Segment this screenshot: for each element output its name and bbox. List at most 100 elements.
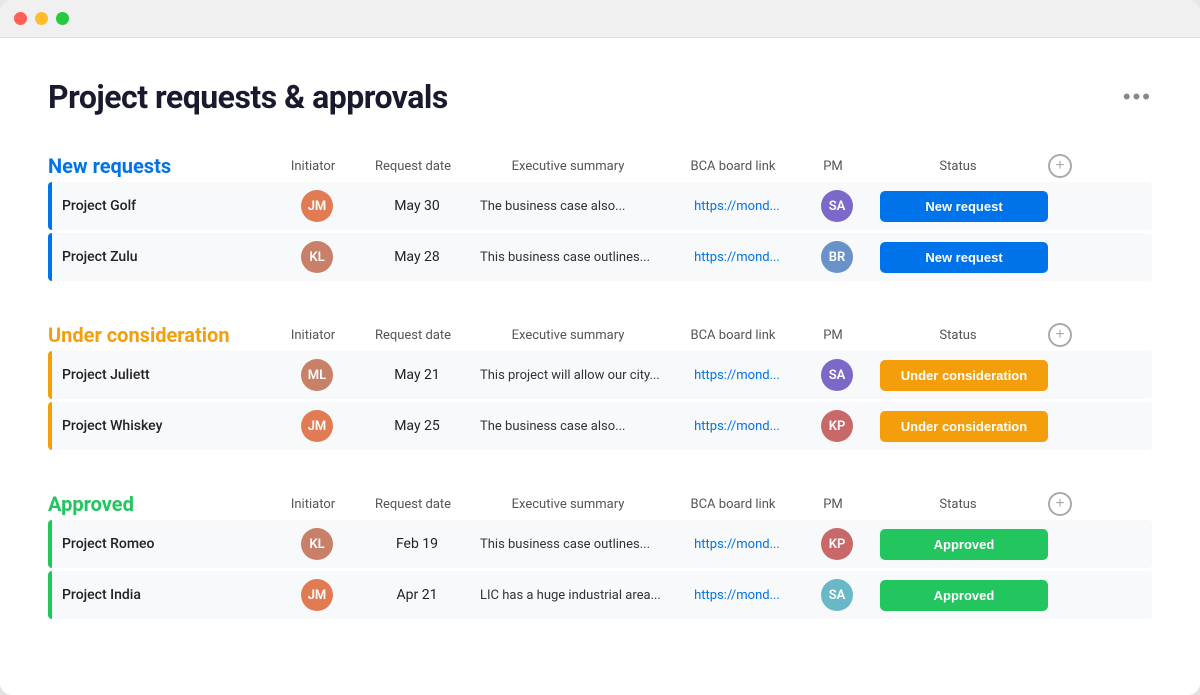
minimize-button[interactable] bbox=[35, 12, 48, 25]
col-status: Status bbox=[868, 328, 1048, 343]
pm-avatar: BR bbox=[821, 241, 853, 273]
sections-container: New requests Initiator Request date Exec… bbox=[48, 148, 1152, 619]
date-cell: Feb 19 bbox=[362, 532, 472, 556]
row-extra bbox=[1052, 202, 1084, 210]
add-column-button[interactable]: + bbox=[1048, 323, 1072, 347]
bca-link[interactable]: https://mond... bbox=[680, 588, 794, 603]
row-extra bbox=[1052, 591, 1084, 599]
col-pm: PM bbox=[798, 159, 868, 174]
link-cell[interactable]: https://mond... bbox=[672, 584, 802, 607]
col-executive-summary: Executive summary bbox=[468, 497, 668, 512]
summary-cell: This business case outlines... bbox=[472, 245, 672, 269]
col-request-date: Request date bbox=[358, 497, 468, 512]
col-executive-summary: Executive summary bbox=[468, 328, 668, 343]
project-name: Project Romeo bbox=[52, 532, 272, 556]
col-status: Status bbox=[868, 497, 1048, 512]
summary-cell: The business case also... bbox=[472, 194, 672, 218]
section-title-under-consideration: Under consideration bbox=[48, 323, 230, 347]
link-cell[interactable]: https://mond... bbox=[672, 246, 802, 269]
col-request-date: Request date bbox=[358, 328, 468, 343]
add-column-button[interactable]: + bbox=[1048, 492, 1072, 516]
pm-avatar: SA bbox=[821, 190, 853, 222]
close-button[interactable] bbox=[14, 12, 27, 25]
initiator-cell: KL bbox=[272, 237, 362, 277]
link-cell[interactable]: https://mond... bbox=[672, 533, 802, 556]
pm-cell: SA bbox=[802, 575, 872, 615]
project-name: Project Juliett bbox=[52, 363, 272, 387]
summary-text: LIC has a huge industrial area... bbox=[480, 588, 661, 603]
col-add: + bbox=[1048, 154, 1080, 178]
initiator-cell: JM bbox=[272, 406, 362, 446]
col-initiator: Initiator bbox=[268, 328, 358, 343]
status-button[interactable]: New request bbox=[880, 242, 1048, 273]
initiator-avatar: KL bbox=[301, 241, 333, 273]
initiator-cell: JM bbox=[272, 575, 362, 615]
status-cell[interactable]: Under consideration bbox=[872, 407, 1052, 446]
summary-text: This business case outlines... bbox=[480, 250, 650, 265]
status-button[interactable]: Approved bbox=[880, 580, 1048, 611]
row-extra bbox=[1052, 540, 1084, 548]
date-cell: May 30 bbox=[362, 194, 472, 218]
date-cell: Apr 21 bbox=[362, 583, 472, 607]
table-row: Project Juliett ML May 21 This project w… bbox=[48, 351, 1152, 399]
status-button[interactable]: New request bbox=[880, 191, 1048, 222]
link-cell[interactable]: https://mond... bbox=[672, 415, 802, 438]
project-name: Project Zulu bbox=[52, 245, 272, 269]
status-cell[interactable]: Approved bbox=[872, 525, 1052, 564]
status-cell[interactable]: New request bbox=[872, 187, 1052, 226]
status-cell[interactable]: Under consideration bbox=[872, 356, 1052, 395]
add-column-button[interactable]: + bbox=[1048, 154, 1072, 178]
table-rows: Project Romeo KL Feb 19 This business ca… bbox=[48, 520, 1152, 619]
pm-cell: SA bbox=[802, 355, 872, 395]
app-window: Project requests & approvals ••• New req… bbox=[0, 0, 1200, 695]
section-under-consideration: Under consideration Initiator Request da… bbox=[48, 317, 1152, 450]
table-row: Project Golf JM May 30 The business case… bbox=[48, 182, 1152, 230]
table-row: Project Romeo KL Feb 19 This business ca… bbox=[48, 520, 1152, 568]
status-button[interactable]: Approved bbox=[880, 529, 1048, 560]
project-name: Project Golf bbox=[52, 194, 272, 218]
bca-link[interactable]: https://mond... bbox=[680, 250, 794, 265]
date-cell: May 21 bbox=[362, 363, 472, 387]
bca-link[interactable]: https://mond... bbox=[680, 199, 794, 214]
summary-cell: The business case also... bbox=[472, 414, 672, 438]
table-row: Project India JM Apr 21 LIC has a huge i… bbox=[48, 571, 1152, 619]
initiator-avatar: JM bbox=[301, 410, 333, 442]
col-add: + bbox=[1048, 323, 1080, 347]
link-cell[interactable]: https://mond... bbox=[672, 195, 802, 218]
section-header-row: New requests Initiator Request date Exec… bbox=[48, 148, 1152, 182]
more-options-button[interactable]: ••• bbox=[1123, 84, 1152, 110]
bca-link[interactable]: https://mond... bbox=[680, 419, 794, 434]
bca-link[interactable]: https://mond... bbox=[680, 537, 794, 552]
table-rows: Project Juliett ML May 21 This project w… bbox=[48, 351, 1152, 450]
status-cell[interactable]: New request bbox=[872, 238, 1052, 277]
row-extra bbox=[1052, 253, 1084, 261]
summary-cell: This business case outlines... bbox=[472, 532, 672, 556]
bca-link[interactable]: https://mond... bbox=[680, 368, 794, 383]
col-request-date: Request date bbox=[358, 159, 468, 174]
row-extra bbox=[1052, 371, 1084, 379]
pm-avatar: KP bbox=[821, 528, 853, 560]
page-title: Project requests & approvals bbox=[48, 78, 448, 116]
titlebar bbox=[0, 0, 1200, 38]
project-name: Project India bbox=[52, 583, 272, 607]
status-cell[interactable]: Approved bbox=[872, 576, 1052, 615]
status-button[interactable]: Under consideration bbox=[880, 411, 1048, 442]
link-cell[interactable]: https://mond... bbox=[672, 364, 802, 387]
initiator-avatar: ML bbox=[301, 359, 333, 391]
summary-text: The business case also... bbox=[480, 199, 625, 214]
section-approved: Approved Initiator Request date Executiv… bbox=[48, 486, 1152, 619]
col-pm: PM bbox=[798, 497, 868, 512]
col-add: + bbox=[1048, 492, 1080, 516]
summary-text: This project will allow our city... bbox=[480, 368, 660, 383]
date-cell: May 25 bbox=[362, 414, 472, 438]
col-bca-board-link: BCA board link bbox=[668, 497, 798, 512]
table-row: Project Zulu KL May 28 This business cas… bbox=[48, 233, 1152, 281]
col-status: Status bbox=[868, 159, 1048, 174]
summary-cell: This project will allow our city... bbox=[472, 363, 672, 387]
maximize-button[interactable] bbox=[56, 12, 69, 25]
status-button[interactable]: Under consideration bbox=[880, 360, 1048, 391]
pm-cell: SA bbox=[802, 186, 872, 226]
col-initiator: Initiator bbox=[268, 497, 358, 512]
pm-avatar: SA bbox=[821, 579, 853, 611]
initiator-avatar: KL bbox=[301, 528, 333, 560]
